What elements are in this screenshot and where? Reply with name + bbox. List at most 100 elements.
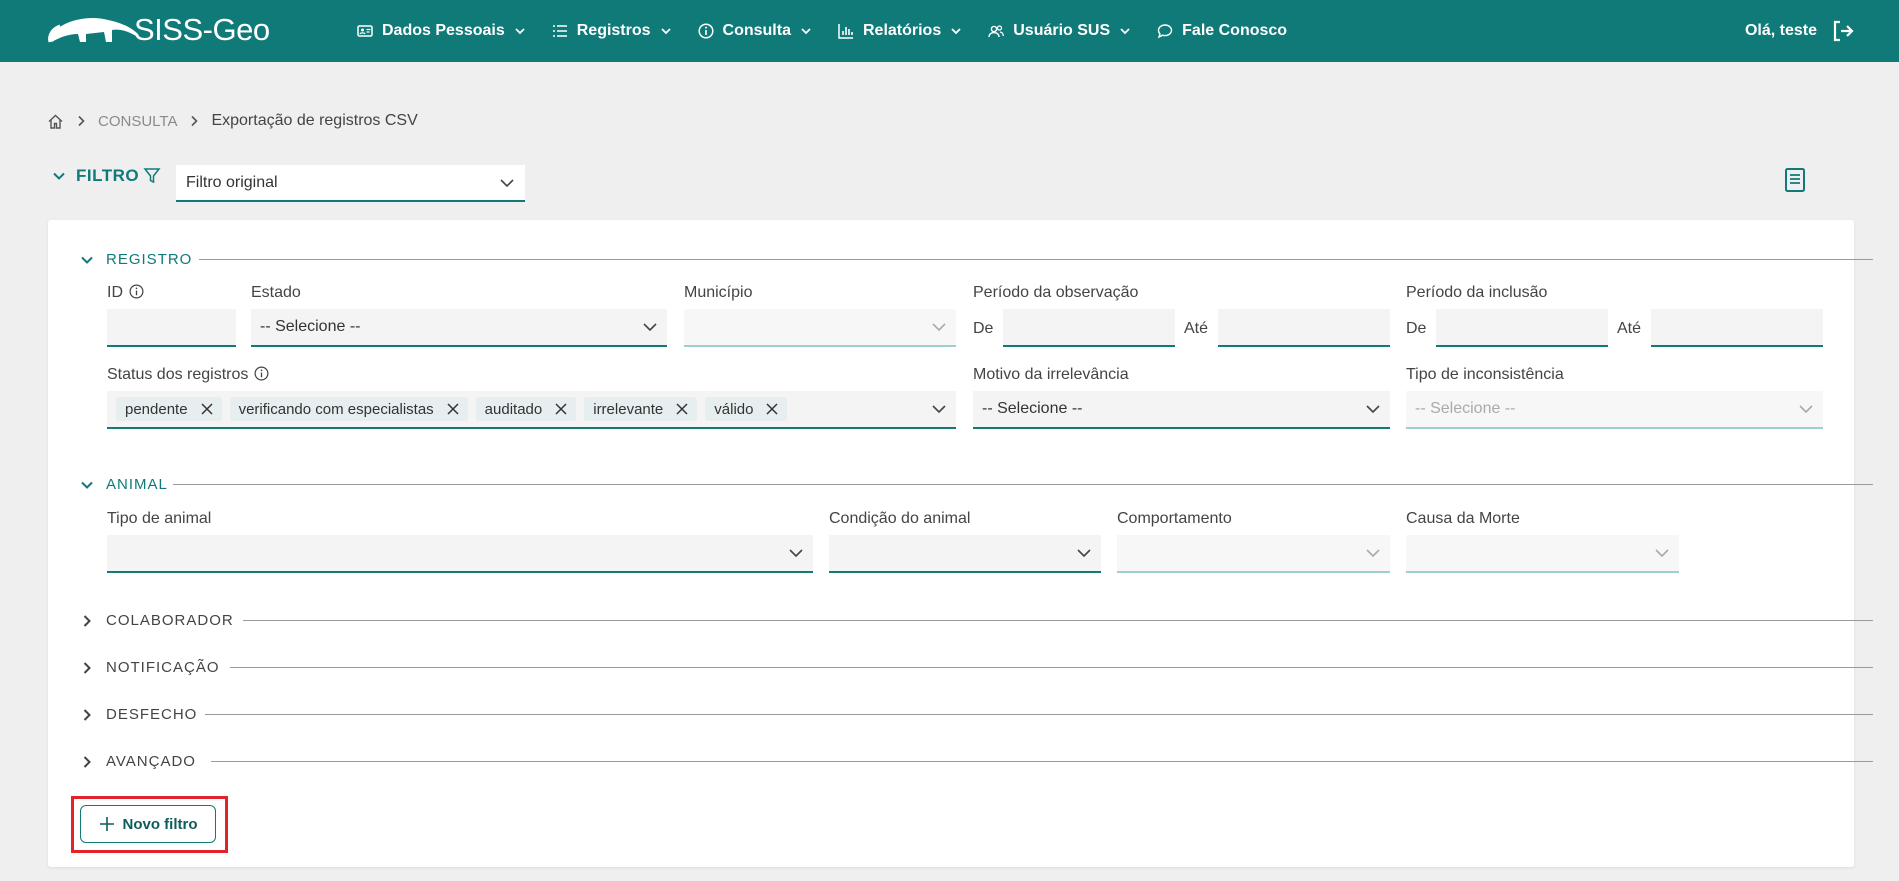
nav-registros[interactable]: Registros <box>552 22 672 40</box>
close-icon[interactable] <box>200 402 214 416</box>
chevron-down-icon <box>660 28 671 35</box>
app-logo[interactable]: SISS-Geo <box>46 10 270 50</box>
chevron-right-icon <box>83 708 91 721</box>
nav-dados-pessoais[interactable]: Dados Pessoais <box>357 22 526 40</box>
chevron-down-icon <box>789 549 803 558</box>
nav-consulta[interactable]: Consulta <box>697 22 812 40</box>
info-icon[interactable] <box>254 366 269 381</box>
periodo-inclusao-ate-label: Até <box>1617 320 1642 337</box>
chevron-down-icon <box>1366 405 1380 414</box>
saved-filter-select[interactable]: Filtro original <box>176 165 525 202</box>
logout-icon[interactable] <box>1831 19 1855 43</box>
user-area: Olá, teste <box>1745 0 1855 62</box>
nav-fale-conosco-label: Fale Conosco <box>1182 22 1288 39</box>
chevron-right-icon <box>83 661 91 674</box>
plus-icon <box>99 817 114 831</box>
breadcrumb-consulta[interactable]: CONSULTA <box>98 113 177 130</box>
periodo-inclusao-de-label: De <box>1406 320 1427 337</box>
funnel-icon <box>143 168 161 184</box>
chip-label: auditado <box>484 400 543 418</box>
status-chip-verificando: verificando com especialistas <box>229 397 468 421</box>
divider <box>173 484 1873 485</box>
periodo-observacao-ate-label: Até <box>1184 320 1209 337</box>
causa-morte-select <box>1406 535 1679 573</box>
section-colaborador-toggle[interactable]: COLABORADOR <box>80 612 234 629</box>
nav-registros-label: Registros <box>576 22 651 39</box>
chevron-down-icon <box>643 323 657 332</box>
periodo-inclusao-de-input[interactable] <box>1436 309 1608 347</box>
periodo-observacao-de-input[interactable] <box>1003 309 1175 347</box>
divider <box>211 761 1873 762</box>
section-notificacao-toggle[interactable]: NOTIFICAÇÃO <box>80 659 220 676</box>
chevron-down-icon <box>1120 28 1130 35</box>
status-chip-pendente: pendente <box>116 397 222 421</box>
status-chips: pendente verificando com especialistas a… <box>116 397 795 421</box>
nav-usuario-sus[interactable]: Usuário SUS <box>988 22 1131 40</box>
chevron-down-icon <box>515 28 525 35</box>
nav-relatorios-label: Relatórios <box>862 22 942 39</box>
tipo-animal-select[interactable] <box>107 535 813 573</box>
section-colaborador-title: COLABORADOR <box>106 612 234 629</box>
nav-consulta-label: Consulta <box>722 22 791 39</box>
home-icon[interactable] <box>47 113 64 130</box>
chevron-down-icon <box>1077 549 1091 558</box>
comportamento-select <box>1117 535 1390 573</box>
filter-card: REGISTRO ID Estado -- Selecione -- Munic… <box>48 220 1873 867</box>
section-animal-toggle[interactable]: ANIMAL <box>80 476 168 493</box>
status-chip-irrelevante: irrelevante <box>584 397 698 421</box>
nav-dados-pessoais-label: Dados Pessoais <box>382 22 505 39</box>
motivo-irrelevancia-select[interactable]: -- Selecione -- <box>973 391 1390 429</box>
chevron-right-icon <box>191 115 199 127</box>
chevron-down-icon <box>932 323 946 332</box>
bar-chart-icon <box>838 24 853 39</box>
motivo-irrelevancia-value: -- Selecione -- <box>982 400 1083 417</box>
close-icon[interactable] <box>765 402 779 416</box>
status-chip-valido: válido <box>705 397 788 421</box>
chevron-down-icon <box>951 28 961 35</box>
status-label-text: Status dos registros <box>107 366 249 383</box>
top-navbar: SISS-Geo Dados Pessoais Registros Consul… <box>0 0 1899 62</box>
breadcrumb: CONSULTA Exportação de registros CSV <box>47 112 418 130</box>
saved-filter-value: Filtro original <box>186 173 278 191</box>
new-filter-button[interactable]: Novo filtro <box>80 805 216 843</box>
chevron-down-icon <box>1655 549 1669 558</box>
chevron-down-icon <box>1366 549 1380 558</box>
condicao-animal-select[interactable] <box>829 535 1101 573</box>
nav-fale-conosco[interactable]: Fale Conosco <box>1157 22 1287 40</box>
chevron-down-icon <box>81 256 93 264</box>
status-label: Status dos registros <box>107 366 269 384</box>
section-avancado-title: AVANÇADO <box>106 753 196 770</box>
divider <box>205 714 1873 715</box>
section-registro-toggle[interactable]: REGISTRO <box>80 251 192 268</box>
chevron-right-icon <box>83 755 91 768</box>
user-greeting: Olá, teste <box>1744 22 1817 39</box>
periodo-inclusao-ate-input[interactable] <box>1651 309 1823 347</box>
motivo-irrelevancia-label: Motivo da irrelevância <box>973 366 1129 383</box>
close-icon[interactable] <box>554 402 568 416</box>
divider <box>199 259 1873 260</box>
close-icon[interactable] <box>446 402 460 416</box>
condicao-animal-label: Condição do animal <box>829 510 971 527</box>
chevron-down-icon <box>932 405 946 414</box>
filter-toggle[interactable]: FILTRO <box>52 166 161 186</box>
id-input[interactable] <box>107 309 236 347</box>
main-menu: Dados Pessoais Registros Consulta Relató… <box>357 0 1313 62</box>
section-avancado-toggle[interactable]: AVANÇADO <box>80 753 196 770</box>
chip-label: verificando com especialistas <box>238 400 434 418</box>
section-registro-title: REGISTRO <box>106 251 193 268</box>
close-icon[interactable] <box>675 402 689 416</box>
section-desfecho-toggle[interactable]: DESFECHO <box>80 706 197 723</box>
periodo-observacao-ate-input[interactable] <box>1218 309 1390 347</box>
document-icon[interactable] <box>1783 167 1807 193</box>
estado-select[interactable]: -- Selecione -- <box>251 309 667 347</box>
chevron-right-icon <box>78 115 85 127</box>
divider <box>230 667 1873 668</box>
chevron-down-icon <box>53 172 65 180</box>
causa-morte-label: Causa da Morte <box>1406 510 1520 527</box>
status-multiselect[interactable]: pendente verificando com especialistas a… <box>107 391 956 429</box>
filter-label: FILTRO <box>76 166 140 185</box>
info-icon[interactable] <box>129 284 144 299</box>
nav-relatorios[interactable]: Relatórios <box>838 22 962 40</box>
chip-label: irrelevante <box>593 400 664 418</box>
chevron-down-icon <box>500 178 514 187</box>
